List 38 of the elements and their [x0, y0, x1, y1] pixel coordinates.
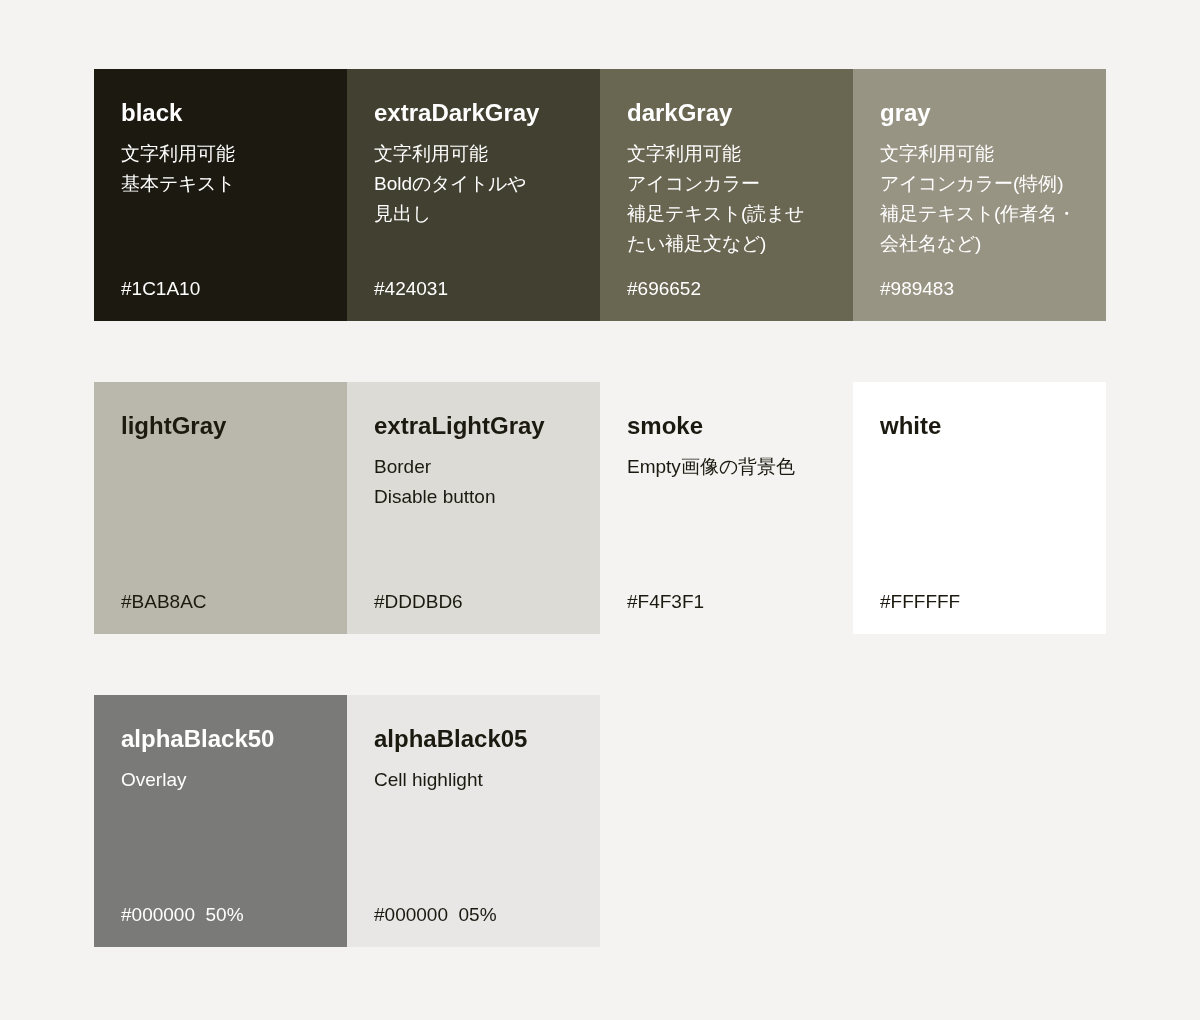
- swatch-description: Overlay: [121, 768, 187, 792]
- hex-code: #F4F3F1: [627, 590, 705, 614]
- swatch-name: alphaBlack05: [374, 724, 529, 754]
- hex-code: #424031: [374, 277, 448, 301]
- hex-code: #BAB8AC: [121, 590, 207, 614]
- swatch-name: gray: [880, 98, 932, 128]
- swatch-description: たい補足文など): [627, 232, 767, 256]
- hex-code: #000000 05%: [374, 903, 497, 927]
- swatch-name: darkGray: [627, 98, 734, 128]
- hex-code: #DDDBD6: [374, 590, 463, 614]
- swatch-description: Empty画像の背景色: [627, 455, 795, 479]
- swatch-description: Cell highlight: [374, 768, 483, 792]
- swatch-description: Boldのタイトルや: [374, 172, 527, 196]
- swatch-name: alphaBlack50: [121, 724, 276, 754]
- hex-code: #000000 50%: [121, 903, 244, 927]
- swatch-description: Disable button: [374, 485, 496, 509]
- swatch-description: 文字利用可能: [121, 142, 235, 166]
- swatch-description: 基本テキスト: [121, 172, 235, 196]
- swatch-name: white: [880, 411, 943, 441]
- hex-code: #989483: [880, 277, 954, 301]
- swatch-description: アイコンカラー: [627, 172, 760, 196]
- swatch-description: 補足テキスト(読ませ: [627, 202, 805, 226]
- swatch-description: Border: [374, 455, 432, 479]
- swatch-description: 文字利用可能: [374, 142, 488, 166]
- swatch-description: 補足テキスト(作者名・: [880, 202, 1077, 226]
- swatch-description: 見出し: [374, 202, 431, 226]
- swatch-name: lightGray: [121, 411, 228, 441]
- swatch-description: 文字利用可能: [627, 142, 741, 166]
- swatch-description: アイコンカラー(特例): [880, 172, 1064, 196]
- swatch-description: 文字利用可能: [880, 142, 994, 166]
- swatch-name: extraLightGray: [374, 411, 546, 441]
- swatch-name: smoke: [627, 411, 705, 441]
- swatch-name: black: [121, 98, 184, 128]
- hex-code: #FFFFFF: [880, 590, 961, 614]
- swatch-description: 会社名など): [880, 232, 982, 256]
- hex-code: #1C1A10: [121, 277, 201, 301]
- hex-code: #696652: [627, 277, 701, 301]
- swatch-name: extraDarkGray: [374, 98, 541, 128]
